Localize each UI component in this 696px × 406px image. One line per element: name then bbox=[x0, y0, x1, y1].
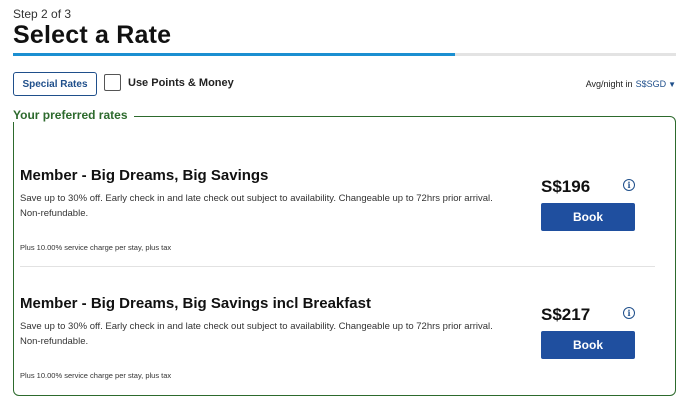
rate-card: Member - Big Dreams, Big Savings Save up… bbox=[20, 167, 655, 259]
rate-description: Save up to 30% off. Early check in and l… bbox=[20, 193, 493, 219]
preferred-rates-legend: Your preferred rates bbox=[13, 108, 134, 122]
rate-price: S$196 bbox=[541, 177, 591, 196]
progress-bar bbox=[13, 53, 676, 56]
currency-dropdown[interactable]: S$SGD bbox=[636, 79, 667, 89]
avg-night-label: Avg/night in bbox=[585, 79, 633, 89]
info-icon[interactable]: i bbox=[623, 307, 635, 319]
rate-card: Member - Big Dreams, Big Savings incl Br… bbox=[20, 295, 655, 387]
rate-description: Save up to 30% off. Early check in and l… bbox=[20, 321, 493, 347]
use-points-money-checkbox[interactable] bbox=[104, 74, 121, 91]
caret-down-icon[interactable]: ▼ bbox=[668, 80, 676, 89]
currency-selector[interactable]: Avg/night in S$SGD ▼ bbox=[586, 79, 676, 89]
page-title: Select a Rate bbox=[13, 21, 172, 49]
rate-name: Member - Big Dreams, Big Savings bbox=[20, 167, 269, 184]
rate-fine-print: Plus 10.00% service charge per stay, plu… bbox=[20, 371, 172, 380]
rate-fine-print: Plus 10.00% service charge per stay, plu… bbox=[20, 243, 172, 252]
special-rates-button[interactable]: Special Rates bbox=[13, 72, 97, 96]
book-button[interactable]: Book bbox=[541, 203, 635, 231]
rate-name: Member - Big Dreams, Big Savings incl Br… bbox=[20, 295, 371, 312]
rate-price: S$217 bbox=[541, 305, 591, 324]
step-label: Step 2 of 3 bbox=[13, 7, 72, 21]
use-points-money-toggle[interactable]: Use Points & Money bbox=[104, 74, 234, 91]
book-button[interactable]: Book bbox=[541, 331, 635, 359]
info-icon[interactable]: i bbox=[623, 179, 635, 191]
rate-divider bbox=[20, 266, 655, 267]
use-points-money-label: Use Points & Money bbox=[128, 76, 234, 89]
progress-bar-fill bbox=[13, 53, 456, 56]
